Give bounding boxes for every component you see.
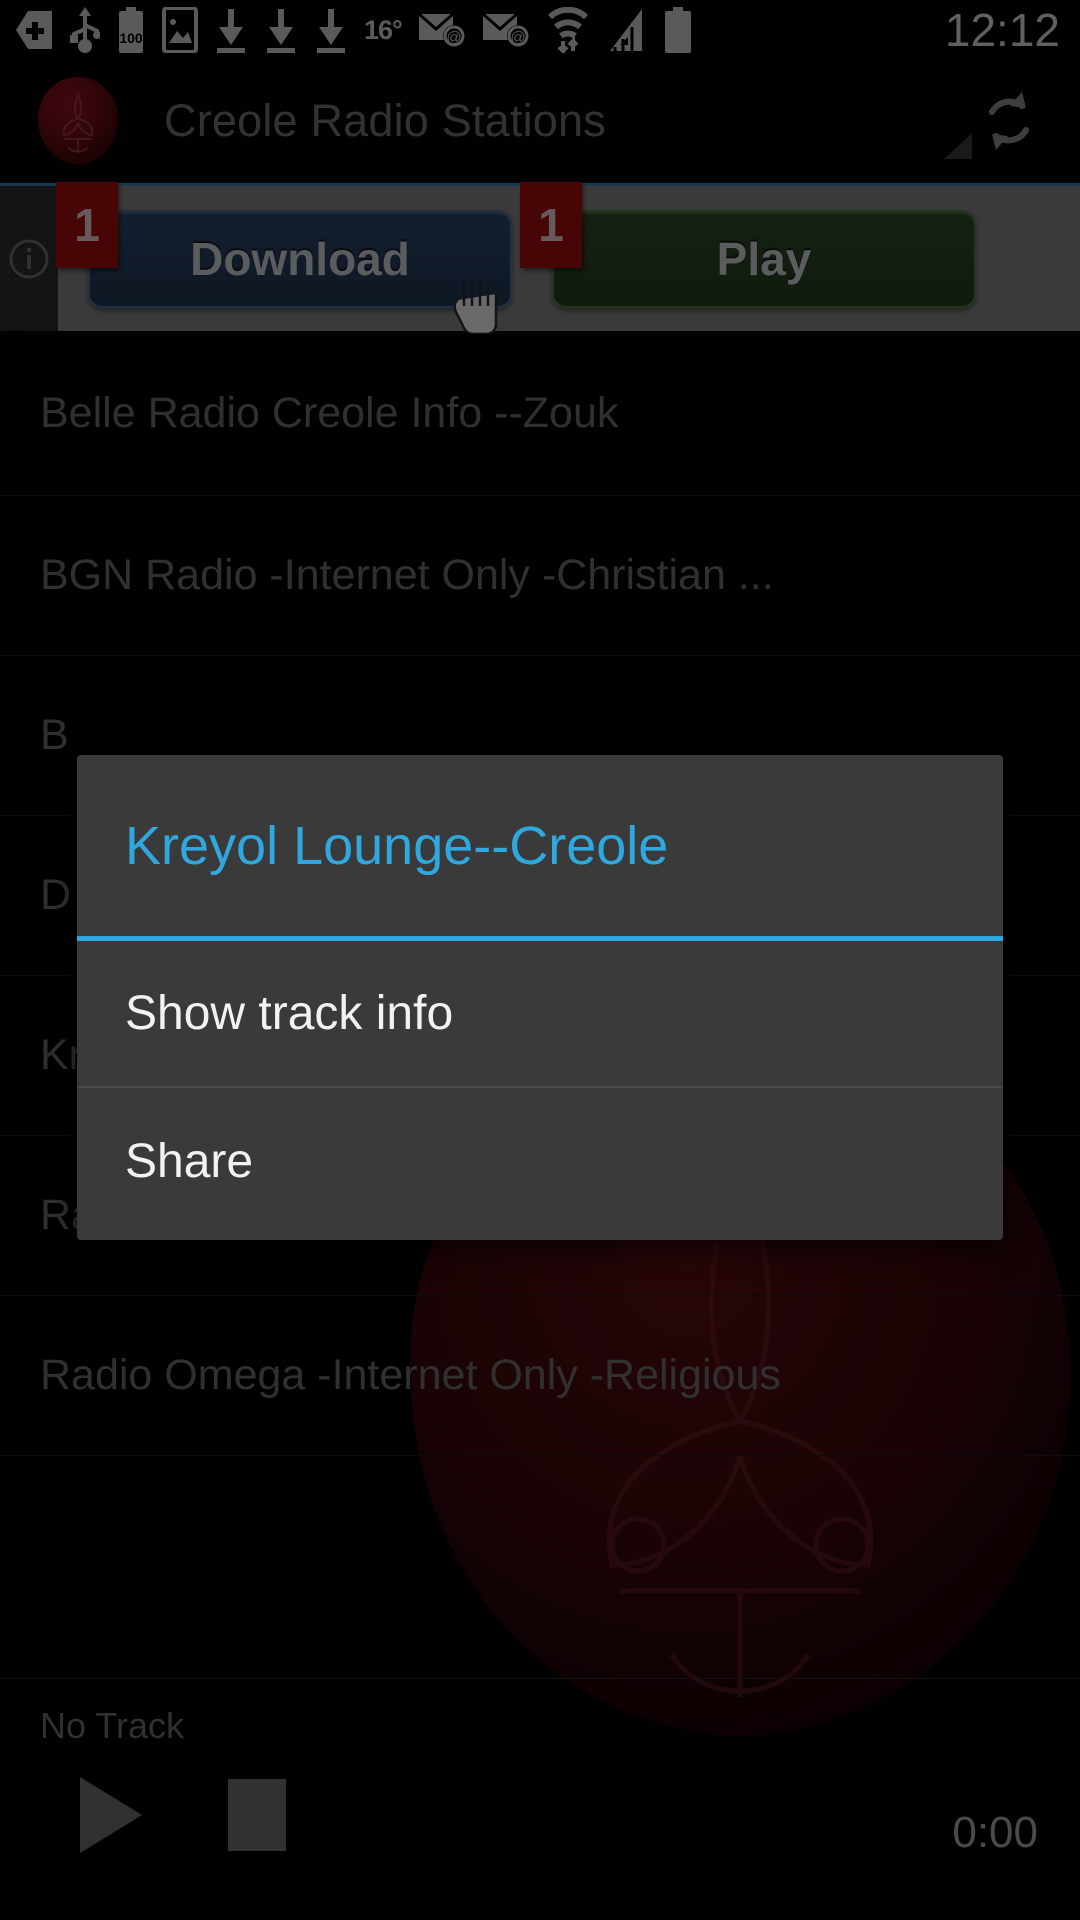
menu-item-share[interactable]: Share bbox=[77, 1088, 1003, 1235]
dialog-title: Kreyol Lounge--Creole bbox=[77, 755, 1003, 941]
menu-item-show-track-info[interactable]: Show track info bbox=[77, 941, 1003, 1088]
context-menu-dialog: Kreyol Lounge--Creole Show track info Sh… bbox=[77, 755, 1003, 1240]
